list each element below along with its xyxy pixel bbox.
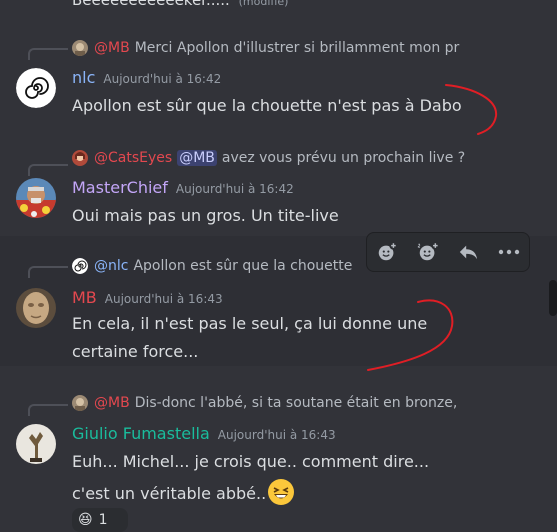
timestamp[interactable]: Aujourd'hui à 16:43 [105, 292, 223, 306]
add-reaction-button[interactable] [371, 236, 403, 268]
edited-label: (modifié) [238, 0, 289, 8]
reply-preview[interactable]: @nlc Apollon est sûr que la chouette [72, 258, 372, 274]
reply-button[interactable] [452, 236, 484, 268]
avatar[interactable] [16, 178, 56, 218]
reply-author[interactable]: @CatsEyes [94, 150, 172, 166]
timestamp[interactable]: Aujourd'hui à 16:42 [176, 182, 294, 196]
reply-author[interactable]: @MB [94, 40, 130, 56]
username[interactable]: nlc [72, 68, 95, 87]
username[interactable]: MB [72, 288, 97, 307]
reply-author[interactable]: @nlc [94, 258, 128, 274]
message-header: MB Aujourd'hui à 16:43 [72, 288, 223, 307]
username[interactable]: MasterChief [72, 178, 168, 197]
reply-text: avez vous prévu un prochain live ? [221, 150, 466, 166]
catseyes-mini-avatar [72, 150, 88, 166]
mention[interactable]: @MB [177, 150, 217, 166]
reply-spine [28, 404, 68, 416]
message-text: En cela, il n'est pas le seul, ça lui do… [72, 314, 428, 333]
message-text-line: c'est un véritable abbé.. [72, 484, 267, 503]
message-header: nlc Aujourd'hui à 16:42 [72, 68, 221, 87]
laughing-emoji-icon [268, 479, 295, 505]
reply-spine [28, 266, 68, 278]
message-text: c'est un véritable abbé.. [72, 478, 295, 506]
message-header: Giulio Fumastella Aujourd'hui à 16:43 [72, 424, 336, 443]
scrollbar-thumb[interactable] [549, 280, 557, 316]
reaction-pill[interactable]: 😆 1 [72, 508, 128, 532]
mb-mini-avatar [72, 40, 88, 56]
avatar[interactable] [16, 68, 56, 108]
super-reaction-icon [417, 241, 440, 261]
more-icon [498, 249, 519, 255]
mb-avatar-image [16, 288, 56, 328]
reply-icon [460, 245, 478, 260]
reply-spine [28, 48, 68, 60]
reply-text: Apollon est sûr que la chouette [133, 258, 353, 274]
timestamp[interactable]: Aujourd'hui à 16:42 [103, 72, 221, 86]
add-reaction-icon [379, 241, 398, 261]
spiral-mini-icon [72, 258, 88, 274]
reaction-emoji: 😆 [78, 512, 93, 528]
super-reaction-button[interactable] [412, 236, 444, 268]
reply-preview[interactable]: @MB Merci Apollon d'illustrer si brillam… [72, 40, 484, 56]
reply-text: Dis-donc l'abbé, si ta soutane était en … [134, 395, 458, 411]
more-options-button[interactable] [493, 236, 525, 268]
avatar[interactable] [16, 424, 56, 464]
message-text: Oui mais pas un gros. Un tite-live [72, 206, 339, 225]
reaction-count: 1 [98, 512, 108, 528]
reply-spine [28, 164, 68, 176]
timestamp[interactable]: Aujourd'hui à 16:43 [218, 428, 336, 442]
reply-text: Merci Apollon d'illustrer si brillamment… [134, 40, 460, 56]
message-text: Euh... Michel... je crois que.. comment … [72, 452, 430, 471]
spiral-icon [16, 68, 56, 108]
reply-author[interactable]: @MB [94, 395, 130, 411]
message-text: certaine force... [72, 342, 199, 361]
message-text: Apollon est sûr que la chouette n'est pa… [72, 96, 462, 115]
mb-mini-avatar [72, 395, 88, 411]
giulio-avatar-image [16, 424, 56, 464]
masterchief-avatar-image [16, 178, 56, 218]
username[interactable]: Giulio Fumastella [72, 424, 210, 443]
message-hover-toolbar [366, 232, 530, 272]
reply-preview[interactable]: @CatsEyes @MB avez vous prévu un prochai… [72, 150, 488, 166]
message-header: MasterChief Aujourd'hui à 16:42 [72, 178, 294, 197]
previous-message-tail: Beeeeeeeeeeeker..... (modifié) [72, 0, 288, 9]
reply-preview[interactable]: @MB Dis-donc l'abbé, si ta soutane était… [72, 395, 488, 411]
previous-message-text: Beeeeeeeeeeeker..... [72, 0, 230, 9]
avatar[interactable] [16, 288, 56, 328]
